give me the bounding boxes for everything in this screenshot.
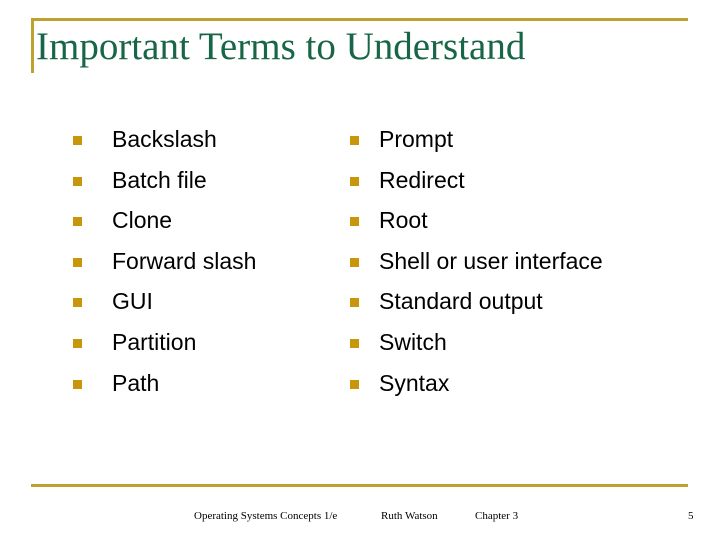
list-item-label: Path [112,369,160,396]
square-bullet-icon [350,217,359,227]
list-item: Clone [73,205,338,246]
list-item-label: Clone [112,207,173,234]
list-item: Partition [73,327,338,368]
list-item: Path [73,368,338,409]
square-bullet-icon [350,298,359,308]
square-bullet-icon [73,176,82,186]
square-bullet-icon [350,379,359,389]
list-item: Switch [350,327,690,368]
list-item: Standard output [350,286,690,327]
list-item: Shell or user interface [350,246,690,287]
list-item-label: Batch file [112,166,207,193]
square-bullet-icon [350,136,359,145]
list-item-label: Redirect [379,166,465,193]
page-title: Important Terms to Understand [36,25,526,68]
list-item: Root [350,205,690,246]
list-item: GUI [73,286,338,327]
square-bullet-icon [73,257,82,267]
list-item-label: Switch [379,328,447,355]
title-top-rule [31,18,688,21]
footer-chapter: Chapter 3 [475,510,519,522]
list-item: Syntax [350,368,690,409]
list-item-label: Standard output [379,288,543,315]
list-item: Prompt [350,124,690,165]
square-bullet-icon [73,217,82,227]
square-bullet-icon [350,257,359,267]
square-bullet-icon [73,338,82,348]
list-item: Redirect [350,165,690,206]
title-left-rule [31,18,34,73]
bullet-column-right: Prompt Redirect Root Shell or user inter… [350,124,690,408]
bullet-column-left: Backslash Batch file Clone Forward slash… [73,124,338,408]
square-bullet-icon [73,379,82,389]
list-item-label: Backslash [112,126,217,152]
footer-course-title: Operating Systems Concepts 1/e [194,510,338,522]
square-bullet-icon [73,136,82,145]
list-item-label: Partition [112,328,197,355]
list-item: Forward slash [73,246,338,287]
square-bullet-icon [73,298,82,308]
square-bullet-icon [350,338,359,348]
footer: Operating Systems Concepts 1/e Ruth Wats… [0,505,720,527]
list-item-label: Forward slash [112,247,257,274]
slide: Important Terms to Understand Backslash … [0,0,720,540]
footer-author: Ruth Watson [381,510,438,522]
list-item-label: GUI [112,288,153,315]
list-item: Backslash [73,124,338,165]
list-item-label: Syntax [379,369,450,396]
list-item-label: Shell or user interface [379,247,603,274]
list-item-label: Root [379,207,428,234]
footer-page-number: 5 [688,510,694,522]
list-item: Batch file [73,165,338,206]
list-item-label: Prompt [379,126,454,152]
footer-rule [31,484,688,487]
square-bullet-icon [350,176,359,186]
bullet-columns: Backslash Batch file Clone Forward slash… [0,124,720,424]
